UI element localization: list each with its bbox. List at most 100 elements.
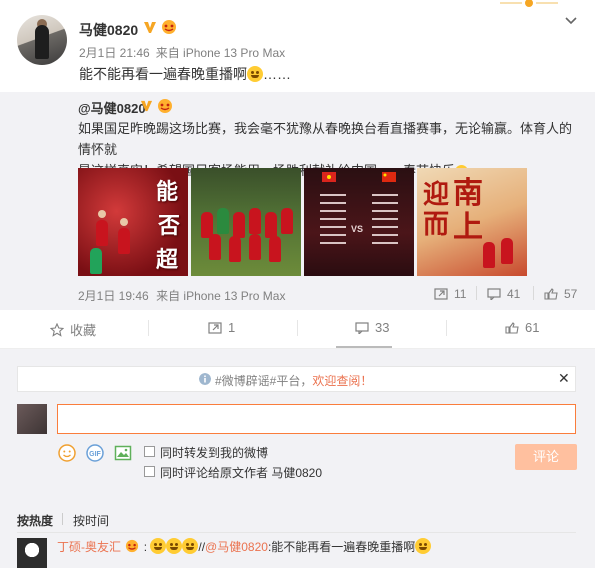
repost-meta: 2月1日 19:46 来自 iPhone 13 Pro Max [78, 287, 289, 304]
image-thumb-3[interactable]: VS [304, 168, 414, 276]
emoji-icon[interactable] [58, 444, 76, 462]
image-thumb-2[interactable] [191, 168, 301, 276]
comment-origin-checkbox[interactable] [144, 466, 155, 477]
player-figure [217, 208, 229, 234]
post-username[interactable]: 马健0820 [79, 20, 138, 40]
comment-count: 33 [375, 320, 390, 335]
divider [17, 532, 576, 533]
repost-text-line1: 如果国足昨晚踢这场比赛，我会毫不犹豫从春晚换台看直播赛事，无论输赢。体育人的情怀… [78, 121, 573, 157]
comment-active-indicator [336, 346, 392, 348]
player-figure [483, 242, 495, 268]
image-text-char: 上 [453, 210, 483, 245]
user-avatar[interactable] [17, 15, 67, 65]
commenter-name[interactable]: 丁硕-奥友汇 [57, 540, 121, 554]
player-figure [265, 212, 277, 238]
forward-checkbox[interactable] [144, 446, 155, 457]
level-badge-icon [158, 99, 172, 113]
like-icon [544, 288, 558, 300]
sort-by-time-tab[interactable]: 按时间 [73, 512, 109, 529]
player-figure [90, 248, 102, 274]
repost-repost-count: 11 [454, 287, 467, 301]
image-text-char: 而 [423, 210, 450, 240]
image-text-char: 超 [156, 247, 179, 273]
player-figure [233, 212, 245, 238]
repost-comment-count: 41 [507, 287, 521, 301]
image-upload-icon[interactable] [114, 444, 132, 462]
laugh-emoji-icon [166, 538, 183, 554]
gif-icon[interactable]: GIF [86, 444, 104, 462]
info-icon [199, 373, 211, 385]
comment-colon: : [143, 540, 148, 554]
repost-count: 1 [228, 320, 236, 335]
image-vs-label: VS [351, 224, 364, 234]
repost-like-action[interactable]: 57 [544, 287, 577, 301]
notice-label: #微博辟谣#平台， [215, 374, 313, 388]
forward-checkbox-label: 同时转发到我的微博 [160, 446, 269, 460]
repost-icon [434, 288, 448, 300]
divider [446, 320, 447, 336]
player-figure [281, 208, 293, 234]
china-flag-icon [382, 172, 396, 182]
image-text-char: 否 [158, 213, 181, 239]
image-text-char: 能 [156, 179, 179, 205]
commenter-avatar[interactable] [17, 538, 47, 568]
level-badge-icon [126, 539, 139, 553]
repost-button[interactable]: 1 [208, 320, 235, 335]
divider [148, 320, 149, 336]
notice-link[interactable]: 欢迎查阅！ [312, 374, 372, 388]
player-figure [269, 236, 281, 262]
post-content: 能不能再看一遍春晚重播啊 …… [79, 64, 291, 84]
notice-text: #微博辟谣#平台，欢迎查阅！ [215, 372, 372, 389]
player-head [98, 210, 106, 218]
player-figure [501, 238, 513, 264]
my-avatar [17, 404, 47, 434]
avatar-figure [35, 25, 49, 59]
comment-button[interactable]: 33 [355, 320, 389, 335]
laugh-emoji-icon [415, 538, 432, 554]
image-thumb-4[interactable]: 迎 南 而 上 [417, 168, 527, 276]
sort-by-hot-tab[interactable]: 按热度 [17, 512, 53, 529]
comment-origin-checkbox-label: 同时评论给原文作者 马健0820 [160, 466, 323, 480]
player-figure [209, 234, 221, 260]
favorite-button[interactable]: 收藏 [50, 320, 96, 339]
star-icon [50, 323, 64, 337]
like-count: 61 [525, 320, 540, 335]
repost-icon [208, 322, 222, 334]
post-content-text: 能不能再看一遍春晚重播啊 [79, 66, 247, 82]
post-content-suffix: …… [263, 66, 291, 82]
divider [62, 513, 63, 525]
repost-username[interactable]: @马健0820 [78, 98, 146, 117]
favorite-label: 收藏 [70, 323, 97, 338]
like-button[interactable]: 61 [505, 320, 539, 335]
like-icon [505, 322, 519, 334]
comment-submit-button[interactable]: 评论 [515, 444, 577, 470]
player-figure [229, 236, 241, 262]
divider [297, 320, 298, 336]
laugh-emoji-icon [247, 66, 263, 82]
verified-v-icon [140, 100, 153, 112]
player-figure [249, 208, 261, 234]
comment-item: 丁硕-奥友汇 : //@马健0820:能不能再看一遍春晚重播啊 [57, 538, 432, 555]
comment-mention[interactable]: @马健0820 [205, 540, 268, 554]
player-figure [118, 228, 130, 254]
close-icon[interactable]: ✕ [558, 370, 570, 387]
player-figure [96, 220, 108, 246]
post-date[interactable]: 2月1日 21:46 [79, 46, 150, 60]
chevron-down-icon[interactable] [563, 12, 579, 28]
image-thumb-1[interactable]: 能 否 超 [78, 168, 188, 276]
repost-comment-action[interactable]: 41 [487, 287, 520, 301]
repost-date[interactable]: 2月1日 19:46 [78, 289, 149, 303]
header-ornament-icon [500, 0, 558, 7]
laugh-emoji-icon [150, 538, 167, 554]
player-head [120, 218, 128, 226]
level-badge-icon [162, 20, 176, 34]
repost-repost-action[interactable]: 11 [434, 287, 466, 301]
comment-input[interactable] [57, 404, 576, 434]
repost-via: 来自 iPhone 13 Pro Max [156, 289, 286, 303]
repost-like-count: 57 [564, 287, 578, 301]
comment-text: :能不能再看一遍春晚重播啊 [267, 540, 416, 554]
divider [476, 286, 477, 300]
post-meta: 2月1日 21:46 来自 iPhone 13 Pro Max [79, 44, 291, 61]
laugh-emoji-icon [182, 538, 199, 554]
post-via: 来自 iPhone 13 Pro Max [155, 46, 286, 60]
